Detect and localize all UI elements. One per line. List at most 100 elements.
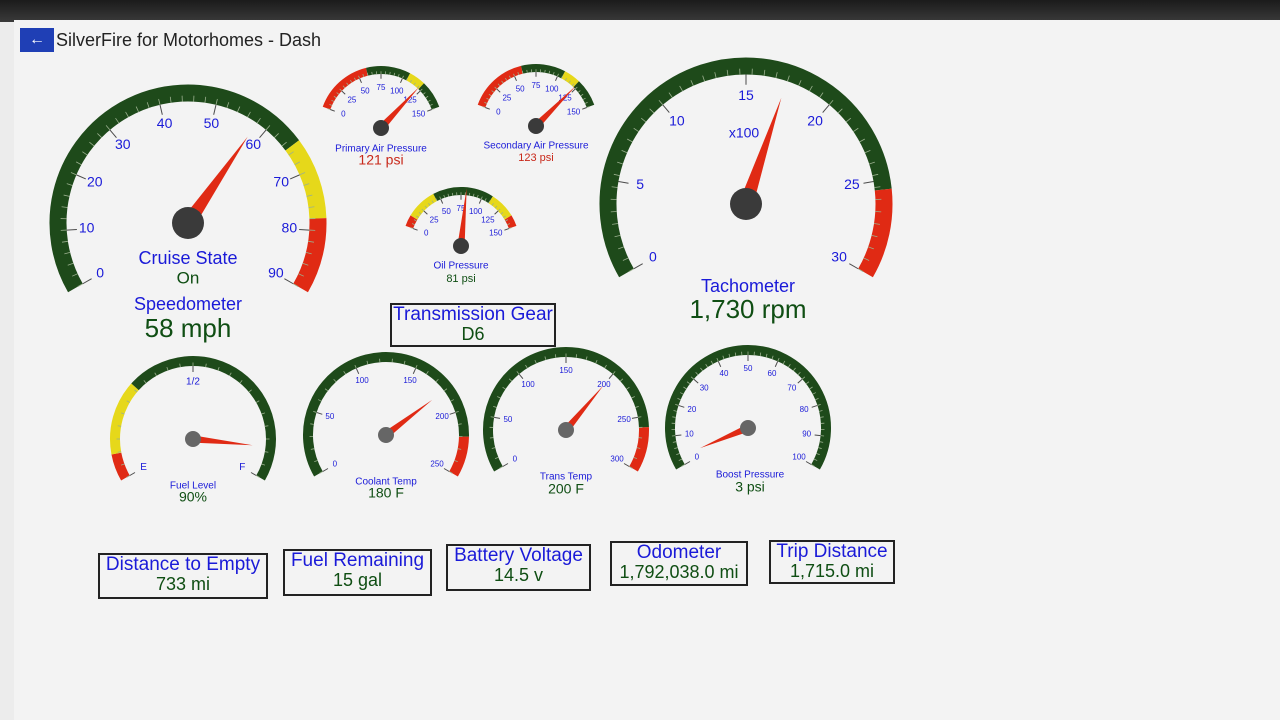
gauge-tick-label: 75 [377, 83, 386, 92]
gauge-tick-label: 100 [521, 380, 535, 389]
trip-distance-label: Trip Distance [776, 541, 888, 562]
fuel-level-gauge: E1/2FFuel Level90% [110, 356, 276, 505]
gauge-tick-label: 25 [347, 96, 356, 105]
gauge-arc-band [418, 83, 440, 110]
gauge-tick-label: 60 [768, 369, 777, 378]
gauge-tick-label: 150 [489, 228, 503, 237]
gauge-major-tick [805, 461, 812, 465]
gauge-major-tick [443, 468, 450, 472]
gauge-value: 200 F [548, 481, 584, 497]
gauge-tick-label: 50 [516, 84, 525, 93]
distance-to-empty-value: 733 mi [155, 573, 211, 594]
gauge-needle-hub [453, 238, 469, 254]
trip-distance-value: 1,715.0 mi [789, 560, 875, 581]
gauge-major-tick [623, 463, 630, 467]
gauge-tick-label: F [239, 462, 245, 473]
tachometer-gauge: 0 5 10 15 20 25 30 Tachometer1,730 rpm x100 [599, 57, 893, 324]
gauge-arc-band [111, 452, 130, 481]
gauge-tick-label: 90 [802, 429, 811, 438]
gauge-value: 81 psi [446, 273, 475, 285]
gauge-tick-label: 75 [532, 81, 541, 90]
gauge-tick-label: 60 [245, 136, 261, 152]
gauge-major-tick [427, 109, 432, 112]
gauge-tick-label: 150 [412, 109, 426, 118]
odometer-label: Odometer [636, 542, 722, 563]
gauge-tick-label: 10 [79, 220, 95, 236]
gauge-tick-label: 0 [96, 264, 104, 280]
gauge-tick-label: 30 [700, 384, 709, 393]
gauge-needle-hub [558, 422, 574, 438]
distance-to-empty-box: Distance to Empty 733 mi [98, 553, 268, 599]
gauge-minor-tick [820, 416, 824, 418]
gauge-major-tick [299, 228, 310, 231]
gauge-major-tick [631, 416, 638, 419]
gauge-tick-label: 70 [787, 384, 796, 393]
gauge-panel: 010203040 5060708090Speedometer58 mphCrui… [49, 57, 893, 505]
gauge-arc-band [521, 64, 566, 79]
gauge-tick-label: 1/2 [186, 377, 200, 388]
gauge-arc-band [285, 140, 327, 219]
tachometer-unit-label: x100 [729, 125, 760, 141]
gauge-major-tick [633, 263, 643, 270]
fuel-remaining-label: Fuel Remaining [290, 550, 425, 571]
fuel-remaining-value: 15 gal [332, 569, 383, 590]
gauge-value: 123 psi [518, 152, 553, 164]
gauge-major-tick [289, 174, 300, 180]
gauge-arc-band [110, 383, 139, 455]
gauge-title: Tachometer [701, 276, 795, 296]
gauge-needle [457, 188, 467, 247]
gauge-tick-label: 80 [282, 220, 298, 236]
gauge-value: 3 psi [735, 479, 765, 495]
gauge-major-tick [129, 472, 136, 476]
gauge-tick-label: 0 [341, 109, 346, 118]
gauge-tick-label: 0 [496, 107, 501, 116]
gauge-major-tick [494, 210, 499, 215]
gauge-arc-band [406, 73, 424, 90]
gauge-major-tick [502, 463, 509, 467]
gauge-major-tick [811, 404, 818, 408]
gauge-major-tick [618, 181, 629, 184]
gauge-major-tick [717, 361, 722, 367]
gauge-major-tick [514, 76, 517, 82]
gauge-major-tick [250, 472, 257, 476]
gauge-tick-label: 150 [403, 376, 417, 385]
gauge-major-tick [412, 228, 418, 231]
gauge-major-tick [412, 368, 417, 374]
distance-to-empty-label: Distance to Empty [105, 554, 261, 575]
gauge-major-tick [416, 90, 421, 95]
gauge-minor-tick [672, 416, 676, 418]
odometer-value: 1,792,038.0 mi [619, 561, 739, 582]
gauge-needle-hub [185, 431, 201, 447]
gauge-major-tick [76, 174, 87, 180]
battery-voltage-label: Battery Voltage [454, 545, 583, 566]
gauge-tick-label: 250 [430, 460, 444, 469]
gauge-major-tick [608, 373, 614, 379]
gauge-value: 90% [179, 489, 207, 505]
gauge-major-tick [485, 107, 490, 110]
gauge-tick-label: 90 [268, 264, 284, 280]
gauge-major-tick [66, 228, 77, 231]
gauge-tick-label: 50 [503, 415, 512, 424]
gauge-tick-label: 0 [513, 455, 518, 464]
gauge-major-tick [330, 109, 335, 112]
gauge-tick-label: 25 [844, 176, 860, 192]
gauge-tick-label: E [140, 462, 147, 473]
gauge-minor-tick [310, 423, 314, 425]
gauge-major-tick [555, 76, 558, 82]
gauge-tick-label: 200 [435, 412, 449, 421]
gauge-tick-label: 25 [430, 216, 439, 225]
gauge-major-tick [316, 411, 323, 415]
gauge-tick-label: 0 [424, 228, 429, 237]
gauge-major-tick [478, 198, 482, 204]
gauge-needle-hub [730, 188, 762, 220]
gauge-tick-label: 40 [157, 115, 173, 131]
gauge-minor-tick [458, 423, 462, 425]
gauge-tick-label: 250 [617, 415, 631, 424]
gauge-title: Oil Pressure [433, 261, 488, 272]
gauge-arc-band [449, 436, 469, 477]
gauge-tick-label: 15 [738, 87, 754, 103]
gauge-major-tick [213, 104, 217, 115]
gauge-major-tick [440, 198, 444, 204]
gauge-needle [192, 435, 253, 446]
gauge-tick-label: 20 [807, 112, 823, 128]
